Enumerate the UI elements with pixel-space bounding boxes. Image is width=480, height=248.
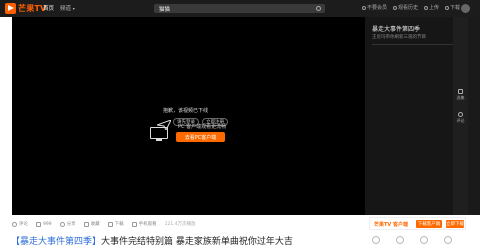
offline-message: 抱歉，该视频已下线 xyxy=(163,108,209,114)
monitor-icon xyxy=(150,127,168,139)
nav-home[interactable]: 首页 xyxy=(43,4,54,12)
wechat-icon[interactable] xyxy=(420,236,428,244)
download-button[interactable]: 下载 xyxy=(107,221,124,227)
tool-vip[interactable]: 不要会员 xyxy=(362,4,387,11)
rail-item-comments-label: 评论 xyxy=(456,118,465,123)
monitor-stand-icon xyxy=(156,139,162,141)
like-button[interactable]: 999 xyxy=(36,221,52,227)
search-input[interactable]: 猫猫 xyxy=(154,4,325,13)
nav-channels-label: 频道 xyxy=(60,6,72,12)
tool-history[interactable]: 观看历史 xyxy=(393,4,418,11)
phone-watch-button[interactable]: 手机观看 xyxy=(131,221,157,227)
side-rail: 选集 评论 xyxy=(453,17,468,215)
tool-upload-label: 上传 xyxy=(429,5,440,11)
star-icon xyxy=(83,221,89,227)
client-ad[interactable]: 芒果TV 客户端 下载客户端 立即下载 xyxy=(369,217,466,230)
chevron-down-icon: ▾ xyxy=(72,6,75,11)
comment-icon xyxy=(12,221,17,227)
like-icon xyxy=(36,221,41,227)
download-icon xyxy=(445,5,450,10)
pc-client-button[interactable]: 去看PC客户端 xyxy=(176,132,225,142)
rail-item-comments[interactable]: 评论 xyxy=(453,112,468,124)
pc-client-text: PC 客户端观看更流畅 xyxy=(178,124,227,130)
action-bar: 评论 999 分享 收藏 下载 手机观看 121.4万次播放 xyxy=(12,221,195,227)
video-player[interactable]: 抱歉，该视频已下线 请先登录 立即注册 PC 客户端观看更流畅 去看PC客户端 xyxy=(12,17,365,215)
qq-icon[interactable] xyxy=(444,236,452,244)
scrollbar[interactable] xyxy=(468,17,480,215)
video-title: 【暴走大事件第四季】大事件完结特别篇 暴走家族新单曲祝你过年大吉 xyxy=(11,234,293,247)
comment-label: 评论 xyxy=(19,222,28,227)
ad-install-button[interactable]: 立即下载 xyxy=(446,220,464,228)
site-logo[interactable]: 芒果TV xyxy=(5,3,46,14)
favorite-button[interactable]: 收藏 xyxy=(83,221,100,227)
avatar[interactable] xyxy=(461,4,470,13)
ad-download-button[interactable]: 下载客户端 xyxy=(416,220,442,228)
phone-icon[interactable] xyxy=(372,236,380,244)
tool-vip-label: 不要会员 xyxy=(367,5,388,11)
weibo-icon[interactable] xyxy=(396,236,404,244)
tool-download-label: 下载 xyxy=(450,5,461,11)
share-label: 分享 xyxy=(66,222,76,227)
tool-download[interactable]: 下载 xyxy=(445,4,460,11)
logo-icon xyxy=(5,3,16,14)
vip-icon xyxy=(362,5,366,10)
episode-title: 大事件完结特别篇 暴走家族新单曲祝你过年大吉 xyxy=(101,237,293,247)
share-button[interactable]: 分享 xyxy=(59,221,76,227)
top-bar: 芒果TV 首页 频道 ▾ 猫猫 不要会员 观看历史 上传 下载 xyxy=(0,0,480,17)
rail-item-episodes[interactable]: 选集 xyxy=(453,89,468,101)
download-icon xyxy=(107,221,113,227)
ad-logo: 芒果TV 客户端 xyxy=(374,222,409,228)
search-value: 猫猫 xyxy=(159,7,171,13)
divider xyxy=(372,44,461,45)
main-nav: 首页 频道 ▾ xyxy=(43,4,75,12)
share-icon xyxy=(59,221,65,227)
phone-icon xyxy=(131,221,137,227)
show-title: 暴走大事件第四季 xyxy=(372,26,421,33)
bottom-right-icons xyxy=(372,236,452,244)
show-subtitle: 王尼玛带你刷新三观的节目 xyxy=(372,35,426,40)
clock-icon xyxy=(393,5,398,10)
rail-item-episodes-label: 选集 xyxy=(456,95,465,100)
search-icon[interactable] xyxy=(316,5,321,11)
series-link[interactable]: 【暴走大事件第四季】 xyxy=(11,237,101,247)
phone-watch-label: 手机观看 xyxy=(138,222,157,227)
favorite-label: 收藏 xyxy=(90,222,100,227)
nav-channels[interactable]: 频道 ▾ xyxy=(60,4,75,12)
list-icon xyxy=(458,89,463,94)
comment-button[interactable]: 评论 xyxy=(12,221,28,227)
download-label: 下载 xyxy=(114,222,124,227)
header-tools: 不要会员 观看历史 上传 下载 xyxy=(362,4,460,11)
comment-icon xyxy=(458,112,463,117)
like-count: 999 xyxy=(43,221,52,227)
play-count: 121.4万次播放 xyxy=(164,222,196,227)
upload-icon xyxy=(424,5,429,10)
tool-upload[interactable]: 上传 xyxy=(424,4,439,11)
tool-history-label: 观看历史 xyxy=(398,5,419,11)
